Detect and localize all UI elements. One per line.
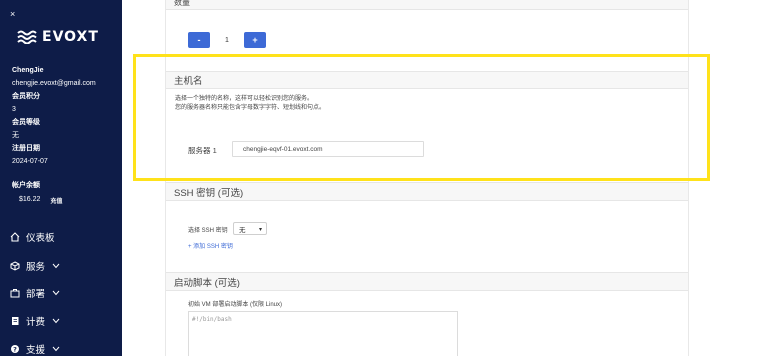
file-icon [12, 317, 19, 325]
sidebar-item-dashboard[interactable]: 仪表板 [10, 230, 55, 244]
ssh-section-header: SSH 密钥 (可选) [166, 182, 688, 201]
points-label: 会员积分 [12, 93, 40, 100]
ssh-title: SSH 密钥 (可选) [174, 187, 244, 199]
sidebar-item-deploy[interactable]: 部署 [10, 286, 60, 300]
add-ssh-key-link[interactable]: + 添加 SSH 密钥 [188, 241, 233, 250]
highlight-box [133, 54, 710, 181]
close-icon[interactable]: × [10, 10, 15, 19]
reg-date-label: 注册日期 [12, 145, 40, 152]
balance-row: $16.22 充值 [19, 196, 62, 205]
chevron-down-icon [52, 290, 60, 296]
sidebar-item-label: 部署 [26, 289, 46, 300]
chevron-down-icon [52, 263, 60, 269]
svg-text:?: ? [13, 345, 17, 353]
logo[interactable]: EVOXT [17, 29, 99, 45]
briefcase-icon [10, 289, 20, 298]
sidebar-item-label: 仪表板 [26, 233, 55, 244]
ssh-key-select[interactable]: 无 ▾ [233, 222, 267, 235]
logo-waves-icon [17, 30, 37, 44]
sidebar-item-label: 服务 [26, 262, 46, 273]
quantity-stepper: - 1 + [188, 32, 266, 48]
quantity-value[interactable]: 1 [210, 37, 244, 44]
level-label: 会员等级 [12, 119, 40, 126]
ssh-select-label: 选择 SSH 密钥 [188, 228, 228, 234]
box-icon [10, 261, 20, 271]
sidebar-item-support[interactable]: ? 支援 [10, 342, 60, 356]
user-email: chengjie.evoxt@gmail.com [12, 80, 96, 87]
recharge-link[interactable]: 充值 [50, 196, 62, 205]
balance-label: 帐户余额 [12, 182, 40, 189]
sidebar-item-services[interactable]: 服务 [10, 259, 60, 273]
startup-script-textarea[interactable]: #!/bin/bash [188, 311, 458, 356]
home-icon [10, 232, 20, 242]
level-value: 无 [12, 132, 19, 139]
balance-value: $16.22 [19, 196, 41, 203]
chevron-down-icon: ▾ [258, 227, 262, 233]
quantity-label: 数量 [174, 0, 190, 7]
sidebar-item-label: 计费 [26, 317, 46, 328]
sidebar-item-label: 支援 [26, 345, 46, 356]
chevron-down-icon [52, 346, 60, 352]
sidebar: × EVOXT ChengJie chengjie.evoxt@gmail.co… [0, 0, 122, 356]
quantity-section-header: 数量 [166, 0, 688, 10]
sidebar-item-billing[interactable]: 计费 [10, 314, 60, 328]
user-info: ChengJie chengjie.evoxt@gmail.com 会员积分 3… [12, 64, 96, 168]
startup-title: 启动脚本 (可选) [174, 277, 240, 289]
logo-text: EVOXT [42, 29, 99, 45]
chevron-down-icon [52, 318, 60, 324]
decrement-button[interactable]: - [188, 32, 210, 48]
points-value: 3 [12, 106, 16, 113]
startup-script-label: 初始 VM 部署启动脚本 (仅限 Linux) [188, 302, 283, 308]
reg-date-value: 2024-07-07 [12, 158, 48, 165]
startup-section-header: 启动脚本 (可选) [166, 272, 688, 291]
ssh-select-value: 无 [239, 226, 246, 234]
user-name: ChengJie [12, 67, 44, 74]
help-icon: ? [11, 345, 19, 353]
increment-button[interactable]: + [244, 32, 266, 48]
